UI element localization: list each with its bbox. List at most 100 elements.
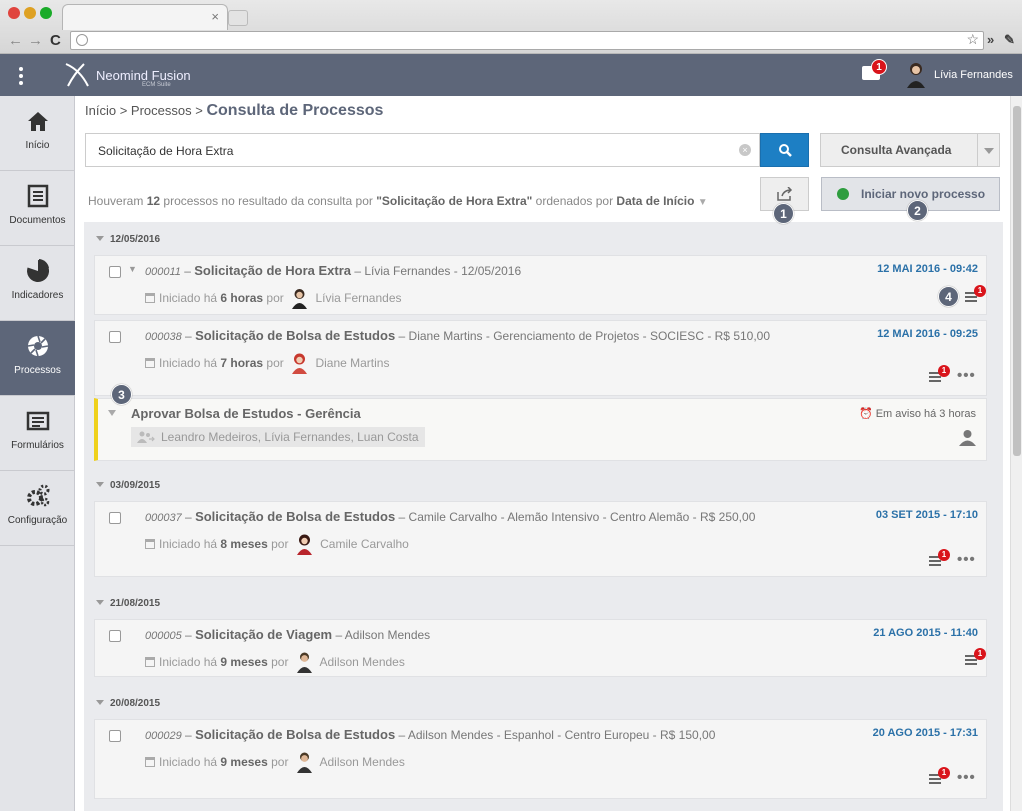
more-options-icon[interactable]: ••• [957,551,976,568]
share-icon [777,187,793,201]
documents-icon[interactable]: 1 [965,648,986,669]
callout-3: 3 [111,384,132,405]
more-options-icon[interactable]: ••• [957,367,976,384]
process-card[interactable]: 000037 – Solicitação de Bolsa de Estudos… [94,501,987,577]
process-title[interactable]: Solicitação de Viagem [195,627,332,642]
main-content: Início > Processos > Consulta de Process… [75,96,1022,811]
started-label: Iniciado há [159,755,218,769]
logo-subtitle: ECM Suite [142,82,171,88]
group-icon [137,431,155,443]
calendar-icon [145,293,155,303]
close-window-icon[interactable] [8,7,20,19]
process-meta: Iniciado há 8 meses por Camile Carvalho [145,533,409,555]
reload-icon[interactable]: C [50,32,61,49]
date-group-header[interactable]: 20/08/2015 [96,698,160,709]
select-checkbox[interactable] [109,730,121,742]
author-name[interactable]: Adilson Mendes [319,755,404,769]
page-title: Consulta de Processos [206,102,384,119]
user-avatar[interactable] [905,60,927,88]
sidebar-item-label: Documentos [9,215,66,226]
process-card[interactable]: 000005 – Solicitação de Viagem – Adilson… [94,619,987,677]
sidebar-item-label: Configuração [7,515,68,526]
sidebar-item-documentos[interactable]: Documentos [0,171,75,246]
process-card[interactable]: 000029 – Solicitação de Bolsa de Estudos… [94,719,987,799]
process-card[interactable]: 000038 – Solicitação de Bolsa de Estudos… [94,320,987,396]
wrench-icon[interactable]: ✎ [1004,32,1015,48]
clear-search-icon[interactable]: × [739,144,751,156]
sidebar-item-processos[interactable]: Processos [0,321,75,396]
subtask-title[interactable]: Aprovar Bolsa de Estudos - Gerência [131,406,361,421]
person-icon[interactable] [959,429,976,446]
breadcrumb-processes[interactable]: Processos [131,103,192,118]
process-date: 12 MAI 2016 - 09:42 [877,263,978,275]
forward-icon[interactable]: → [28,32,43,49]
result-prefix: Houveram [88,194,144,208]
subtask-row[interactable]: Aprovar Bolsa de Estudos - Gerência Lean… [94,398,987,461]
minimize-window-icon[interactable] [24,7,36,19]
advanced-search-dropdown[interactable] [978,133,1000,167]
app-logo[interactable]: Neomind Fusion ECM Suite [62,60,192,92]
search-button[interactable] [760,133,809,167]
bookmark-star-icon[interactable]: ☆ [966,31,979,48]
select-checkbox[interactable] [109,331,121,343]
warning-status: ⏰ Em aviso há 3 horas [859,407,976,420]
date-group-header[interactable]: 03/09/2015 [96,480,160,491]
scrollbar[interactable] [1010,96,1022,811]
extensions-icon[interactable]: » [987,32,994,47]
close-tab-icon[interactable]: × [211,9,219,24]
more-options-icon[interactable]: ••• [957,769,976,786]
started-label: Iniciado há [159,291,218,305]
process-id: 000037 [145,512,182,524]
process-title[interactable]: Solicitação de Bolsa de Estudos [195,328,395,343]
documents-badge: 1 [974,648,986,660]
result-query: "Solicitação de Hora Extra" [376,194,533,208]
date-group-header[interactable]: 12/05/2016 [96,234,160,245]
scrollbar-thumb[interactable] [1013,106,1021,456]
advanced-search-button[interactable]: Consulta Avançada [820,133,978,167]
sidebar-item-label: Início [25,140,50,151]
menu-kebab-icon[interactable] [18,67,24,85]
search-input[interactable]: Solicitação de Hora Extra × [85,133,760,167]
author-name[interactable]: Adilson Mendes [319,655,404,669]
callout-2: 2 [907,200,928,221]
select-checkbox[interactable] [109,630,121,642]
sort-caret-icon[interactable]: ▼ [698,197,708,208]
user-name[interactable]: Lívia Fernandes [934,69,1013,81]
process-description: Adilson Mendes - Espanhol - Centro Europ… [407,728,716,742]
author-name[interactable]: Diane Martins [315,356,389,370]
documents-icon[interactable]: 1 [929,365,950,386]
pie-chart-icon [26,259,49,282]
select-checkbox[interactable] [109,266,121,278]
process-date: 03 SET 2015 - 17:10 [875,509,978,521]
started-ago: 6 horas [220,291,264,305]
sidebar-item-formularios[interactable]: Formulários [0,396,75,471]
documents-icon[interactable]: 1 [929,549,950,570]
author-name[interactable]: Lívia Fernandes [315,291,401,305]
documents-icon[interactable]: 1 [965,285,986,306]
process-meta: Iniciado há 9 meses por Adilson Mendes [145,751,405,773]
documents-icon[interactable]: 1 [929,767,950,788]
sidebar-item-inicio[interactable]: Início [0,96,75,171]
sort-field[interactable]: Data de Início [616,194,694,208]
collapse-caret-icon[interactable] [108,410,116,416]
back-icon[interactable]: ← [8,32,23,49]
browser-tab[interactable]: × [62,4,228,30]
author-name[interactable]: Camile Carvalho [320,537,409,551]
author-avatar [296,752,312,773]
process-title[interactable]: Solicitação de Bolsa de Estudos [195,727,395,742]
maximize-window-icon[interactable] [40,7,52,19]
process-title[interactable]: Solicitação de Hora Extra [194,263,351,278]
process-title[interactable]: Solicitação de Bolsa de Estudos [195,509,395,524]
expand-caret-icon[interactable]: ▼ [128,264,137,274]
address-bar[interactable]: ☆ [70,31,984,50]
new-tab-button[interactable] [228,10,248,26]
select-checkbox[interactable] [109,512,121,524]
process-card[interactable]: ▼ 000011 – Solicitação de Hora Extra – L… [94,255,987,315]
gears-icon [26,484,49,507]
breadcrumb-home[interactable]: Início [85,103,116,118]
sidebar-item-indicadores[interactable]: Indicadores [0,246,75,321]
author-avatar [296,534,312,555]
process-description: Lívia Fernandes - 12/05/2016 [364,264,522,278]
date-group-header[interactable]: 21/08/2015 [96,598,160,609]
sidebar-item-configuracao[interactable]: Configuração [0,471,75,546]
